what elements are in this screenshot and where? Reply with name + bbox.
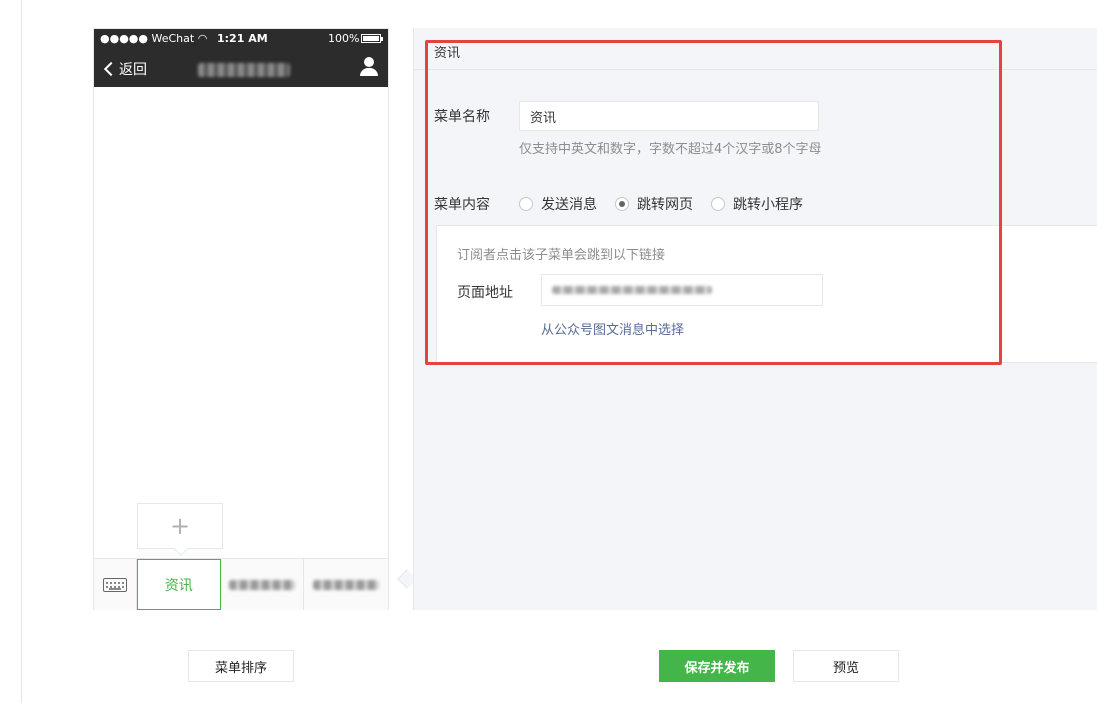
user-icon[interactable] bbox=[360, 57, 378, 77]
add-submenu-button[interactable]: + bbox=[137, 503, 223, 549]
menu-tab-blurred-label bbox=[313, 579, 380, 590]
menu-name-label: 菜单名称 bbox=[434, 109, 490, 125]
status-time: 1:21 AM bbox=[217, 32, 268, 45]
back-chevron-icon bbox=[103, 61, 119, 77]
menu-editor-panel: 资讯 菜单名称 仅支持中英文和数字，字数不超过4个汉字或8个字母 菜单内容 发送… bbox=[413, 28, 1097, 610]
menu-name-input[interactable] bbox=[519, 101, 819, 131]
page-url-label: 页面地址 bbox=[457, 285, 513, 301]
back-button[interactable]: 返回 bbox=[102, 59, 147, 79]
plus-icon: + bbox=[169, 512, 191, 540]
radio-jump-miniprogram[interactable]: 跳转小程序 bbox=[711, 194, 803, 214]
battery-icon bbox=[361, 34, 383, 43]
webpage-settings-panel: 订阅者点击该子菜单会跳到以下链接 页面地址 从公众号图文消息中选择 bbox=[436, 225, 1097, 363]
menu-tab-2[interactable] bbox=[221, 559, 305, 610]
url-value-blurred bbox=[552, 286, 712, 294]
phone-navbar: 返回 bbox=[94, 49, 388, 87]
radio-label: 跳转网页 bbox=[637, 197, 693, 213]
left-rail bbox=[0, 0, 22, 703]
radio-send-message[interactable]: 发送消息 bbox=[519, 194, 597, 214]
status-bar: ●●●●● WeChat ◠ 1:21 AM 100% bbox=[94, 29, 388, 49]
editor-header: 资讯 bbox=[414, 28, 1097, 70]
radio-label: 跳转小程序 bbox=[733, 197, 803, 213]
wifi-icon: ◠ bbox=[197, 32, 208, 45]
menu-tab-3[interactable] bbox=[304, 559, 388, 610]
menu-tab-label: 资讯 bbox=[164, 577, 193, 594]
radio-circle bbox=[615, 197, 629, 211]
chat-area bbox=[94, 87, 388, 559]
account-name-blurred bbox=[198, 63, 290, 77]
back-label: 返回 bbox=[119, 62, 147, 78]
menu-content-label: 菜单内容 bbox=[434, 197, 490, 213]
link-hint: 订阅者点击该子菜单会跳到以下链接 bbox=[457, 248, 666, 263]
keyboard-icon bbox=[102, 577, 127, 592]
menu-tab-blurred-label bbox=[228, 579, 295, 590]
custom-menu-bar: 资讯 bbox=[94, 558, 388, 610]
menu-tab-active[interactable]: 资讯 bbox=[136, 559, 221, 610]
menu-sort-button[interactable]: 菜单排序 bbox=[188, 650, 294, 682]
menu-name-hint: 仅支持中英文和数字，字数不超过4个汉字或8个字母 bbox=[519, 142, 822, 157]
carrier-label: ●●●●● WeChat ◠ bbox=[100, 32, 208, 45]
radio-jump-webpage[interactable]: 跳转网页 bbox=[615, 194, 693, 214]
pick-from-articles-link[interactable]: 从公众号图文消息中选择 bbox=[541, 319, 684, 338]
radio-circle bbox=[711, 197, 725, 211]
phone-preview: ●●●●● WeChat ◠ 1:21 AM 100% 返回 + 资讯 bbox=[93, 28, 389, 610]
radio-label: 发送消息 bbox=[541, 197, 597, 213]
preview-button[interactable]: 预览 bbox=[793, 650, 899, 682]
save-publish-button[interactable]: 保存并发布 bbox=[659, 650, 775, 682]
editor-title: 资讯 bbox=[434, 46, 461, 61]
battery-percent: 100% bbox=[328, 32, 360, 45]
keyboard-switch[interactable] bbox=[94, 559, 137, 610]
menu-content-options: 发送消息 跳转网页 跳转小程序 bbox=[519, 194, 821, 214]
radio-circle bbox=[519, 197, 533, 211]
page-url-input[interactable] bbox=[541, 274, 823, 306]
